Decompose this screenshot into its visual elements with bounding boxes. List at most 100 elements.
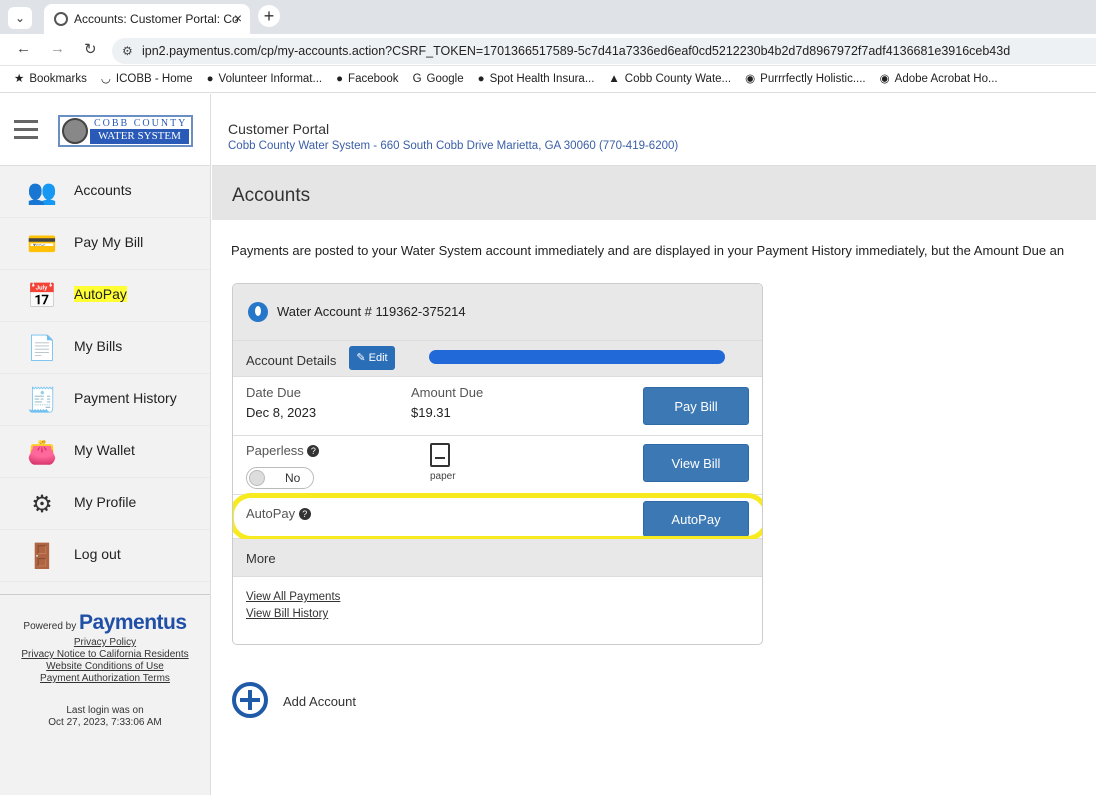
sidebar-item-payment-history[interactable]: 🧾 Payment History [0,374,210,426]
reload-icon[interactable]: ↻ [84,40,97,58]
credit-card-icon: 💳 [27,231,57,258]
sidebar-item-label: Pay My Bill [74,234,144,250]
account-links: View All Payments View Bill History [233,577,762,623]
sidebar-header: COBB COUNTY WATER SYSTEM [0,94,210,166]
date-due-label: Date Due [246,385,301,400]
bookmark-item[interactable]: ● Volunteer Informat... [207,66,323,92]
bookmark-label: Facebook [348,73,399,85]
bookmark-icon: ◉ [879,73,890,85]
hamburger-menu-icon[interactable] [14,120,38,139]
url-text: ipn2.paymentus.com/cp/my-accounts.action… [142,44,1011,58]
bookmark-label: Google [426,73,464,85]
view-bill-button[interactable]: View Bill [643,444,749,482]
bookmark-label: Bookmarks [29,73,87,85]
paperless-toggle-label: No [285,471,301,485]
sidebar-item-pay-my-bill[interactable]: 💳 Pay My Bill [0,218,210,270]
logo-top-text: COBB COUNTY [94,118,188,129]
footer-link[interactable]: Payment Authorization Terms [0,673,210,685]
portal-header: Customer Portal Cobb County Water System… [212,94,1096,166]
help-icon[interactable]: ? [307,445,320,457]
bookmark-item[interactable]: ▲ Cobb County Wate... [608,66,731,92]
account-card-header: Water Account # 119362-375214 [233,284,762,341]
account-link[interactable]: View All Payments [246,589,762,606]
last-login-value: Oct 27, 2023, 7:33:06 AM [48,717,162,728]
site-info-icon[interactable]: ⚙ [122,38,133,64]
water-drop-icon [248,302,268,322]
account-details-label: Account Details [246,353,337,368]
app: COBB COUNTY WATER SYSTEM 👥 Accounts 💳 Pay M… [0,94,1096,795]
page-title-bar: Accounts [212,166,1096,220]
bookmark-label: Purrrfectly Holistic.... [760,73,866,85]
bookmark-label: Volunteer Informat... [218,73,323,85]
bill-due-row: Date Due Dec 8, 2023 Amount Due $19.31 P… [233,377,762,436]
invoice-icon: 📄 [27,335,57,362]
users-icon: 👥 [27,179,57,206]
more-label: More [246,551,276,566]
sidebar-nav: 👥 Accounts 💳 Pay My Bill 📅 AutoPay 📄 My Bills 🧾 P… [0,166,210,582]
account-number: Water Account # 119362-375214 [277,304,466,319]
paperless-label: Paperless [246,443,304,458]
paper-document-icon [430,443,450,467]
redaction-scribble [429,350,725,364]
bookmark-item[interactable]: ● Spot Health Insura... [478,66,595,92]
paperless-label-wrap: Paperless ? [246,443,320,458]
sidebar: COBB COUNTY WATER SYSTEM 👥 Accounts 💳 Pay M… [0,94,211,795]
new-tab-button[interactable]: + [258,5,280,27]
tab-search-chevron-icon[interactable]: ⌄ [8,7,32,29]
back-icon[interactable]: ← [16,40,31,57]
bookmark-icon: ★ [14,73,25,85]
tab-close-icon[interactable]: × [234,10,242,26]
amount-due-value: $19.31 [411,405,451,420]
cobb-county-logo[interactable]: COBB COUNTY WATER SYSTEM [58,115,193,147]
add-account-label: Add Account [283,694,356,709]
bookmark-icon: ● [206,73,214,85]
forward-icon[interactable]: → [50,40,65,57]
bookmark-item[interactable]: ◉ Purrrfectly Holistic.... [745,66,865,92]
county-seal-icon [62,118,88,144]
browser-tab-bar: ⌄ Accounts: Customer Portal: Co × + [0,0,1096,34]
bookmark-label: Spot Health Insura... [489,73,595,85]
sidebar-item-my-profile[interactable]: ⚙ My Profile [0,478,210,530]
bookmark-icon: ● [477,73,485,85]
bookmark-label: Adobe Acrobat Ho... [894,73,998,85]
date-due-value: Dec 8, 2023 [246,405,317,420]
gear-icon: ⚙ [31,491,53,518]
bookmark-item[interactable]: G Google [413,66,464,92]
calendar-icon: 📅 [27,283,57,310]
bookmark-item[interactable]: ● Facebook [336,66,398,92]
footer-link[interactable]: Privacy Policy [0,637,210,649]
paymentus-logo[interactable]: Paymentus [79,611,187,634]
account-link[interactable]: View Bill History [246,606,762,623]
more-row: More [233,539,762,577]
receipt-icon: 🧾 [27,387,57,414]
logout-door-icon: 🚪 [27,543,57,570]
portal-subtitle: Cobb County Water System - 660 South Cob… [228,140,679,152]
sidebar-item-label: Payment History [74,390,177,406]
toggle-knob [249,470,265,486]
browser-tab[interactable]: Accounts: Customer Portal: Co × [44,4,250,34]
portal-title: Customer Portal [228,121,330,137]
pay-bill-button[interactable]: Pay Bill [643,387,749,425]
bookmark-item[interactable]: ★ Bookmarks [14,66,87,92]
paperless-toggle[interactable]: No [246,467,314,489]
tab-title: Accounts: Customer Portal: Co [74,12,239,26]
sidebar-item-accounts[interactable]: 👥 Accounts [0,166,210,218]
paper-label: paper [430,471,456,482]
amount-due-label: Amount Due [411,385,484,400]
footer-link[interactable]: Privacy Notice to California Residents [0,649,210,661]
url-input[interactable]: ⚙ ipn2.paymentus.com/cp/my-accounts.acti… [112,38,1096,64]
sidebar-item-my-wallet[interactable]: 👛 My Wallet [0,426,210,478]
bookmark-item[interactable]: ◡ ICOBB - Home [101,66,193,92]
bookmark-item[interactable]: ◉ Adobe Acrobat Ho... [880,66,998,92]
powered-by-label: Powered by [23,621,77,632]
sidebar-item-autopay[interactable]: 📅 AutoPay [0,270,210,322]
sidebar-item-label: Accounts [74,182,132,198]
bookmark-icon: ◉ [745,73,756,85]
footer-link[interactable]: Website Conditions of Use [0,661,210,673]
bookmark-icon: ◡ [100,73,111,85]
paperless-row: Paperless ? No paper View Bill [233,436,762,495]
logo-bottom-text: WATER SYSTEM [90,129,189,144]
sidebar-item-log-out[interactable]: 🚪 Log out [0,530,210,582]
edit-button[interactable]: ✎ Edit [349,346,395,370]
sidebar-item-my-bills[interactable]: 📄 My Bills [0,322,210,374]
